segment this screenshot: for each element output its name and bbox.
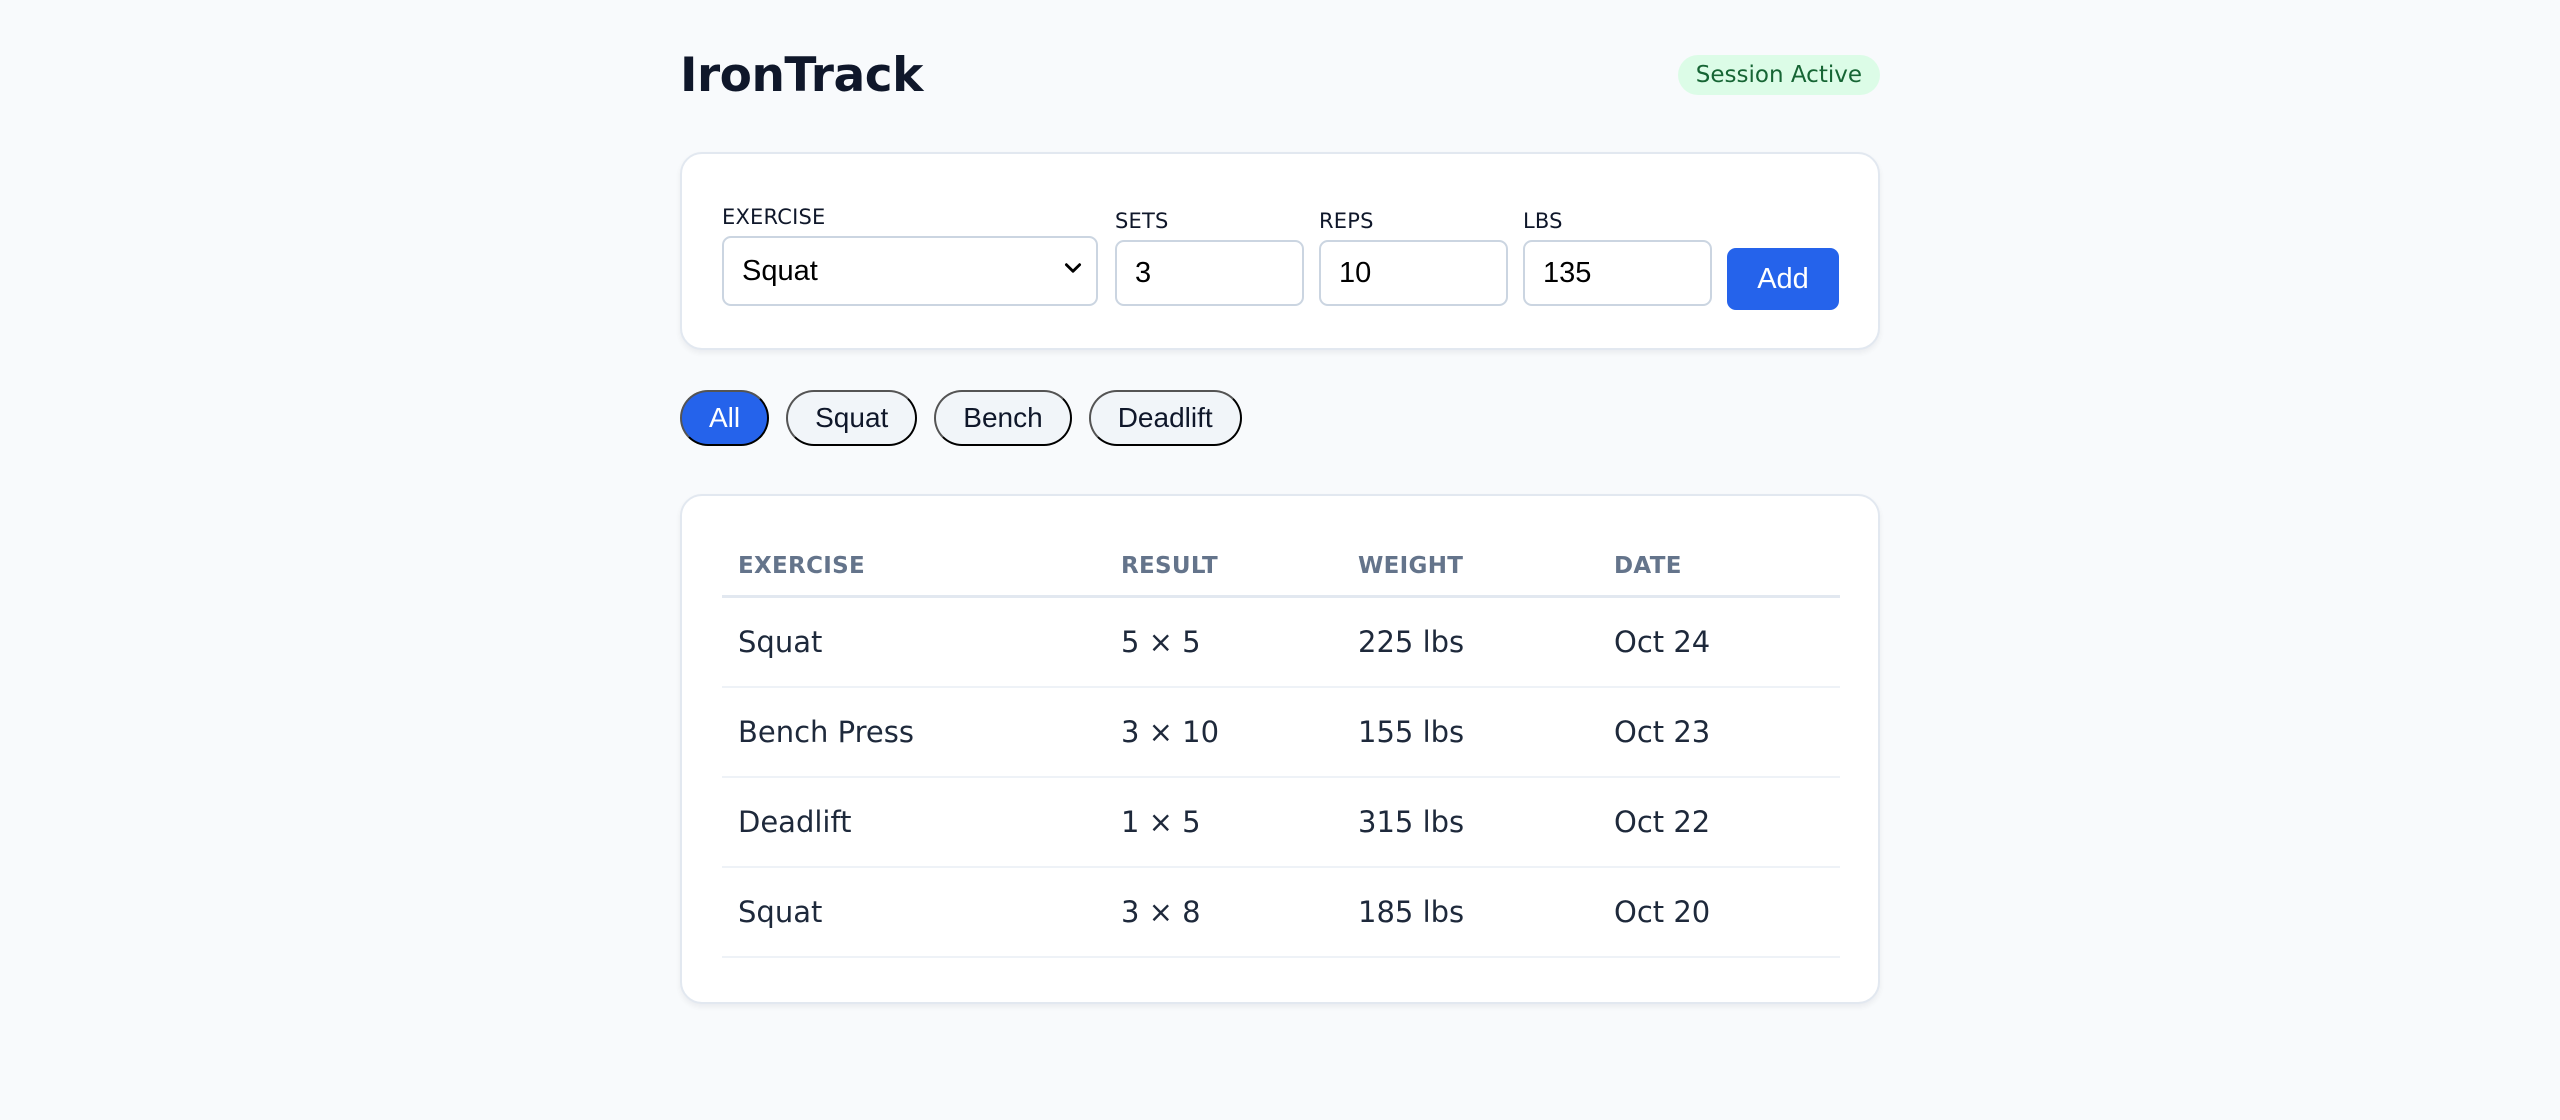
table-row: Bench Press 3 × 10 155 lbs Oct 23 xyxy=(722,688,1840,778)
reps-field: REPS 10 xyxy=(1319,208,1508,306)
sets-input[interactable]: 3 xyxy=(1115,240,1304,306)
cell-date: Oct 23 xyxy=(1614,715,1711,749)
cell-weight: 225 lbs xyxy=(1358,625,1465,659)
exercise-label: EXERCISE xyxy=(722,205,826,229)
cell-exercise: Squat xyxy=(738,895,823,929)
cell-exercise: Deadlift xyxy=(738,805,852,839)
workout-log-card: EXERCISE RESULT WEIGHT DATE Squat 5 × 5 … xyxy=(680,494,1880,1004)
filter-tabs: All Squat Bench Deadlift xyxy=(680,390,1242,446)
cell-result: 3 × 8 xyxy=(1121,895,1201,929)
filter-deadlift[interactable]: Deadlift xyxy=(1088,390,1242,446)
sets-label: SETS xyxy=(1115,209,1169,233)
workout-log-table: EXERCISE RESULT WEIGHT DATE Squat 5 × 5 … xyxy=(722,554,1840,958)
cell-weight: 185 lbs xyxy=(1358,895,1465,929)
cell-result: 1 × 5 xyxy=(1121,805,1201,839)
cell-date: Oct 22 xyxy=(1614,805,1711,839)
add-entry-form: EXERCISE Squat SETS 3 REPS 10 LBS 135 Ad… xyxy=(680,152,1880,350)
reps-input[interactable]: 10 xyxy=(1319,240,1508,306)
table-header: EXERCISE RESULT WEIGHT DATE xyxy=(722,554,1840,598)
cell-exercise: Bench Press xyxy=(738,715,914,749)
chevron-down-icon xyxy=(1064,263,1082,273)
app-title: IronTrack xyxy=(680,47,923,103)
column-header-result: RESULT xyxy=(1121,553,1219,579)
column-header-exercise: EXERCISE xyxy=(738,553,865,579)
reps-label: REPS xyxy=(1319,209,1374,233)
cell-date: Oct 20 xyxy=(1614,895,1711,929)
cell-exercise: Squat xyxy=(738,625,823,659)
lbs-field: LBS 135 xyxy=(1523,208,1712,306)
exercise-select-value: Squat xyxy=(742,255,818,287)
column-header-date: DATE xyxy=(1614,553,1682,579)
add-button[interactable]: Add xyxy=(1727,248,1839,310)
exercise-field: EXERCISE Squat xyxy=(722,204,1098,306)
cell-date: Oct 24 xyxy=(1614,625,1711,659)
table-row: Squat 3 × 8 185 lbs Oct 20 xyxy=(722,868,1840,958)
lbs-label: LBS xyxy=(1523,209,1563,233)
filter-squat[interactable]: Squat xyxy=(786,390,918,446)
column-header-weight: WEIGHT xyxy=(1358,553,1464,579)
lbs-input[interactable]: 135 xyxy=(1523,240,1712,306)
cell-result: 5 × 5 xyxy=(1121,625,1201,659)
table-row: Deadlift 1 × 5 315 lbs Oct 22 xyxy=(722,778,1840,868)
cell-result: 3 × 10 xyxy=(1121,715,1220,749)
filter-bench[interactable]: Bench xyxy=(934,390,1072,446)
header: IronTrack Session Active xyxy=(680,42,1880,108)
sets-field: SETS 3 xyxy=(1115,208,1304,306)
cell-weight: 155 lbs xyxy=(1358,715,1465,749)
exercise-select[interactable]: Squat xyxy=(722,236,1098,306)
status-badge: Session Active xyxy=(1677,55,1880,95)
table-row: Squat 5 × 5 225 lbs Oct 24 xyxy=(722,598,1840,688)
cell-weight: 315 lbs xyxy=(1358,805,1465,839)
filter-all[interactable]: All xyxy=(680,390,770,446)
